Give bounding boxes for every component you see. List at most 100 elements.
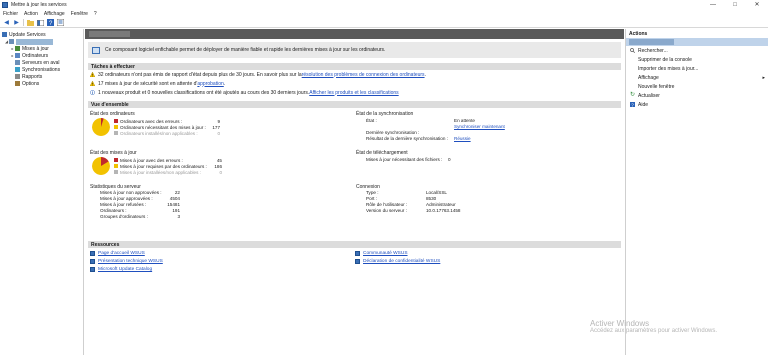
resource-label[interactable]: Page d'accueil WSUS <box>98 251 145 256</box>
stat-label: Groupes d'ordinateurs : <box>100 214 148 219</box>
computers-needing-updates-label: Ordinateurs nécessitant des mises à jour… <box>120 124 206 130</box>
connection-port-label: Port : <box>366 196 377 201</box>
toolbar-separator <box>23 19 24 26</box>
tree-item-downstream-servers[interactable]: Serveurs en aval <box>0 59 83 66</box>
help-icon: ? <box>630 102 635 107</box>
task-text: 1 nouveaux produit et 0 nouvelles classi… <box>98 89 310 96</box>
action-search[interactable]: Rechercher... <box>626 46 768 55</box>
resource-label[interactable]: Présentation technique WSUS <box>98 259 163 264</box>
tree-item-server[interactable]: ◢ WSUS-SERVER <box>0 38 83 45</box>
last-sync-label: Dernière synchronisation : <box>366 130 420 135</box>
resource-label[interactable]: Microsoft Update Catalog <box>98 267 152 272</box>
stat-value: 3 <box>177 214 180 219</box>
installed-legend-square <box>114 131 118 135</box>
computers-installed-value: 0 <box>217 131 220 136</box>
minimize-button[interactable]: — <box>702 0 724 9</box>
menu-action[interactable]: Action <box>24 11 38 17</box>
error-legend-square <box>114 119 118 123</box>
maximize-button[interactable]: □ <box>724 0 746 9</box>
computers-installed-label: Ordinateurs installés/non applicables : <box>120 130 198 136</box>
task-end: . <box>424 71 426 78</box>
task-link-products-classifications[interactable]: Afficher les produits et les classificat… <box>309 90 398 96</box>
action-label: Aide <box>638 101 649 108</box>
task-text: 17 mises à jour de sécurité sont en atte… <box>98 80 198 87</box>
connection-role-value: Administrateur <box>426 202 456 207</box>
sync-icon <box>15 67 20 72</box>
main-pane: WSUS-SERVER Ce composant logiciel enfich… <box>85 29 624 355</box>
forward-arrow-icon[interactable]: ▶ <box>13 19 20 26</box>
updates-installed-value: 0 <box>219 170 222 175</box>
action-label: Rechercher... <box>638 47 668 54</box>
tree-item-reports[interactable]: Rapports <box>0 73 83 80</box>
back-arrow-icon[interactable]: ◀ <box>3 19 10 26</box>
updates-installed-row: Mises à jour installées/non applicables … <box>114 169 201 175</box>
task-end: . <box>223 80 226 87</box>
action-refresh[interactable]: ↻ Actualiser <box>626 91 768 100</box>
update-services-icon <box>2 32 7 37</box>
web-page-icon <box>90 267 95 272</box>
tree-item-synchronizations[interactable]: Synchronisations <box>0 66 83 73</box>
needed-legend-square <box>114 164 118 168</box>
menu-fenetre[interactable]: Fenêtre <box>71 11 88 17</box>
stat-value: 191 <box>172 208 180 213</box>
menu-fichier[interactable]: Fichier <box>3 11 18 17</box>
action-label: Nouvelle fenêtre <box>638 83 675 90</box>
task-row: 1 nouveaux produit et 0 nouvelles classi… <box>90 88 624 97</box>
computers-icon <box>15 53 20 58</box>
action-new-window[interactable]: Nouvelle fenêtre <box>626 82 768 91</box>
error-legend-square <box>114 158 118 162</box>
tree-item-options[interactable]: Options <box>0 80 83 87</box>
connection-version-value: 10.0.17763.1458 <box>426 208 461 213</box>
resources-panel: Page d'accueil WSUS Présentation techniq… <box>88 248 621 288</box>
resource-link-technical-overview[interactable]: Présentation technique WSUS <box>90 258 163 265</box>
activate-windows-watermark: Activer Windows Accédez aux paramètres p… <box>590 319 717 334</box>
stat-value: 22 <box>174 190 180 195</box>
resource-label[interactable]: Communauté WSUS <box>363 251 408 256</box>
window-controls: — □ ✕ <box>702 0 768 9</box>
tree-item-updates[interactable]: ▸ Mises à jour <box>0 45 83 52</box>
web-page-icon <box>355 251 360 256</box>
resource-label[interactable]: Déclaration de confidentialité WSUS <box>363 259 440 264</box>
updates-errors-label: Mises à jour avec des erreurs : <box>120 157 183 163</box>
computers-installed-row: Ordinateurs installés/non applicables : <box>114 130 198 136</box>
menu-affichage[interactable]: Affichage <box>44 11 65 17</box>
action-remove-from-console[interactable]: Supprimer de la console <box>626 55 768 64</box>
tree-root-update-services[interactable]: Update Services <box>0 31 83 38</box>
console-tree: Update Services ◢ WSUS-SERVER ▸ Mises à … <box>0 29 84 355</box>
action-help[interactable]: ? Aide <box>626 100 768 109</box>
action-label: Importer des mises à jour... <box>638 65 699 72</box>
action-label: Actualiser <box>638 92 660 99</box>
last-sync-result-link[interactable]: Réussie <box>454 136 471 141</box>
reports-icon <box>15 74 20 79</box>
toolbar: ◀ ▶ ? <box>0 18 768 28</box>
sync-now-link[interactable]: Synchroniser maintenant <box>454 124 505 129</box>
action-import-updates[interactable]: Importer des mises à jour... <box>626 64 768 73</box>
task-link-approval[interactable]: approbation <box>197 81 223 87</box>
computers-status-title: État des ordinateurs <box>90 111 135 117</box>
close-button[interactable]: ✕ <box>746 0 768 9</box>
intro-text: Ce composant logiciel enfichable permet … <box>105 47 386 53</box>
tree-item-computers[interactable]: ▸ Ordinateurs <box>0 52 83 59</box>
folder-icon[interactable] <box>27 19 34 26</box>
resource-link-community[interactable]: Communauté WSUS <box>355 250 408 257</box>
watermark-subtitle: Accédez aux paramètres pour activer Wind… <box>590 328 718 334</box>
task-link-connection-troubleshooting[interactable]: résolution des problèmes de connexion de… <box>302 72 425 78</box>
menu-help[interactable]: ? <box>94 11 97 17</box>
actions-context-header[interactable]: WSUS-SERVER <box>626 38 768 46</box>
help-icon[interactable]: ? <box>47 19 54 26</box>
resource-link-update-catalog[interactable]: Microsoft Update Catalog <box>90 266 152 273</box>
menu-bar: Fichier Action Affichage Fenêtre ? <box>0 9 768 18</box>
resource-link-wsus-home[interactable]: Page d'accueil WSUS <box>90 250 145 257</box>
properties-icon[interactable] <box>57 19 64 26</box>
intro-banner: Ce composant logiciel enfichable permet … <box>88 42 621 58</box>
console-tree-icon[interactable] <box>37 19 44 26</box>
action-view[interactable]: Affichage ▸ <box>626 73 768 82</box>
computers-status-pie-chart <box>92 118 110 136</box>
updates-installed-label: Mises à jour installées/non applicables … <box>120 169 201 175</box>
task-row: 32 ordinateurs n'ont pas émis de rapport… <box>90 70 624 79</box>
resource-link-privacy[interactable]: Déclaration de confidentialité WSUS <box>355 258 440 265</box>
updates-status-pie-chart <box>92 157 110 175</box>
actions-context-server: WSUS-SERVER <box>629 39 675 45</box>
window-title: Mettre à jour les services <box>11 1 67 8</box>
stat-label: Ordinateurs : <box>100 208 127 213</box>
